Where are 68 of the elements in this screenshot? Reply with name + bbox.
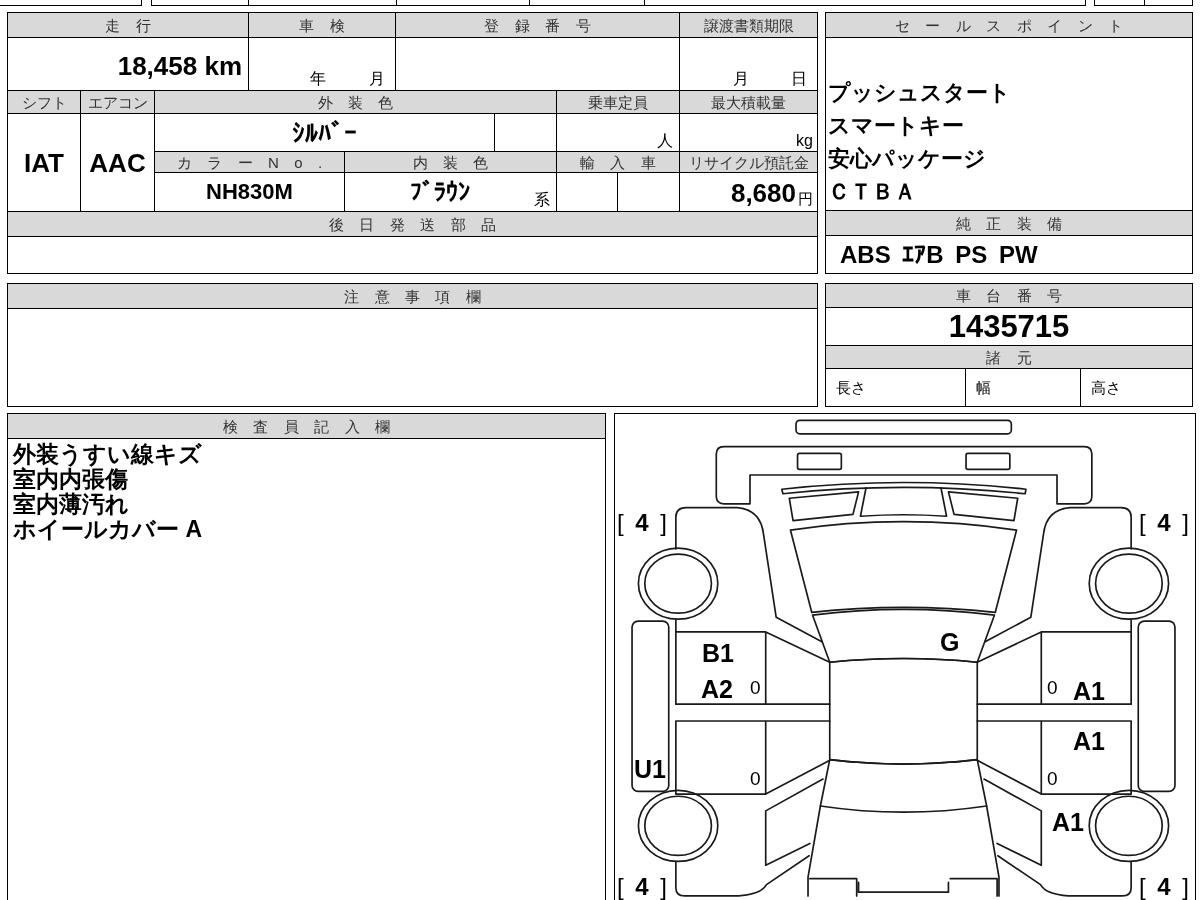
blank-cell [495, 114, 556, 151]
header-cell: カ ラ ー N o . [155, 152, 344, 172]
unit-label: 日 [791, 71, 807, 87]
header-cell: 走 行 [8, 13, 248, 37]
suffix-label: 系 [534, 192, 551, 210]
sales-point-text: スマートキー [828, 112, 964, 140]
header-cell: 登 録 番 号 [396, 13, 679, 37]
header-cell: セ ー ル ス ポ イ ン ト [826, 13, 1192, 37]
sales-point-text: 安心パッケージ [828, 145, 986, 173]
table-cell: IAT [8, 114, 80, 211]
header-cell: 譲渡書類期限 [680, 13, 817, 37]
header-cell: 純 正 装 備 [826, 211, 1192, 235]
damage-code: G [940, 630, 960, 655]
inspection-note-text: 室内内張傷 [13, 467, 128, 492]
table-cell: kg [680, 114, 817, 151]
table-cell: 幅 [966, 369, 1080, 406]
tire-label: [ 4 ] [617, 875, 668, 899]
fog-lamp [796, 452, 843, 471]
table-cell: 高さ [1081, 369, 1192, 406]
header-cell: 内 装 色 [345, 152, 556, 172]
header-cell: 外 装 色 [155, 91, 556, 113]
table-cell: 人 [557, 114, 679, 151]
fog-lamp [965, 452, 1011, 471]
unit-label: 月 [733, 71, 749, 87]
header-cell: 検 査 員 記 入 欄 [8, 414, 605, 438]
tire-label: [ 4 ] [617, 511, 668, 535]
table-cell: 18,458 km [8, 38, 248, 90]
table-cell: ｼﾙﾊﾞｰ [155, 114, 494, 151]
header-cell: リサイクル預託金 [680, 152, 817, 172]
headlight [788, 491, 860, 522]
damage-code: A1 [1073, 729, 1105, 754]
header-cell: 最大積載量 [680, 91, 817, 113]
damage-code: B1 [702, 641, 734, 666]
header-cell: 諸 元 [826, 346, 1192, 368]
sales-point-text: プッシュスタート [828, 79, 1011, 107]
header-cell: 車 台 番 号 [826, 284, 1192, 307]
header-cell: 後 日 発 送 部 品 [8, 212, 817, 236]
header-cell: シフト [8, 91, 80, 113]
inspection-note-text: ホイールカバー A [13, 517, 202, 542]
header-cell: エアコン [81, 91, 154, 113]
equipment-text: ABS ｴｱB PS PW [826, 236, 1192, 273]
tire-label: [ 4 ] [1139, 511, 1190, 535]
color-value: ﾌﾞﾗｳﾝ [409, 180, 470, 204]
header-cell: 乗車定員 [557, 91, 679, 113]
unit-label: 年 [310, 71, 326, 87]
panel-mark: 0 [1047, 769, 1058, 788]
panel-mark: 0 [750, 769, 761, 788]
damage-code: A1 [1052, 810, 1084, 835]
tire-label: [ 4 ] [1139, 875, 1190, 899]
headlight [947, 491, 1019, 522]
damage-code: A2 [701, 677, 733, 702]
panel-mark: 0 [750, 678, 761, 697]
inspection-note-text: 室内薄汚れ [13, 492, 129, 517]
unit-label: 月 [369, 71, 385, 87]
damage-code: A1 [1073, 679, 1105, 704]
header-cell: 車 検 [249, 13, 395, 37]
table-cell: NH830M [155, 173, 344, 211]
table-cell: AAC [81, 114, 154, 211]
inspection-note-text: 外装うすい線キズ [13, 442, 202, 467]
amount-text: 8,680 [730, 180, 796, 206]
panel-mark: 0 [1047, 678, 1058, 697]
header-cell: 注 意 事 項 欄 [8, 284, 817, 308]
currency-unit: 円 [798, 191, 813, 206]
sales-point-text: ＣＴＢＡ [828, 178, 916, 206]
damage-code: U1 [634, 757, 666, 782]
table-cell: 1435715 [826, 308, 1192, 345]
table-cell: 長さ [826, 369, 965, 406]
header-cell: 輸 入 車 [557, 152, 679, 172]
